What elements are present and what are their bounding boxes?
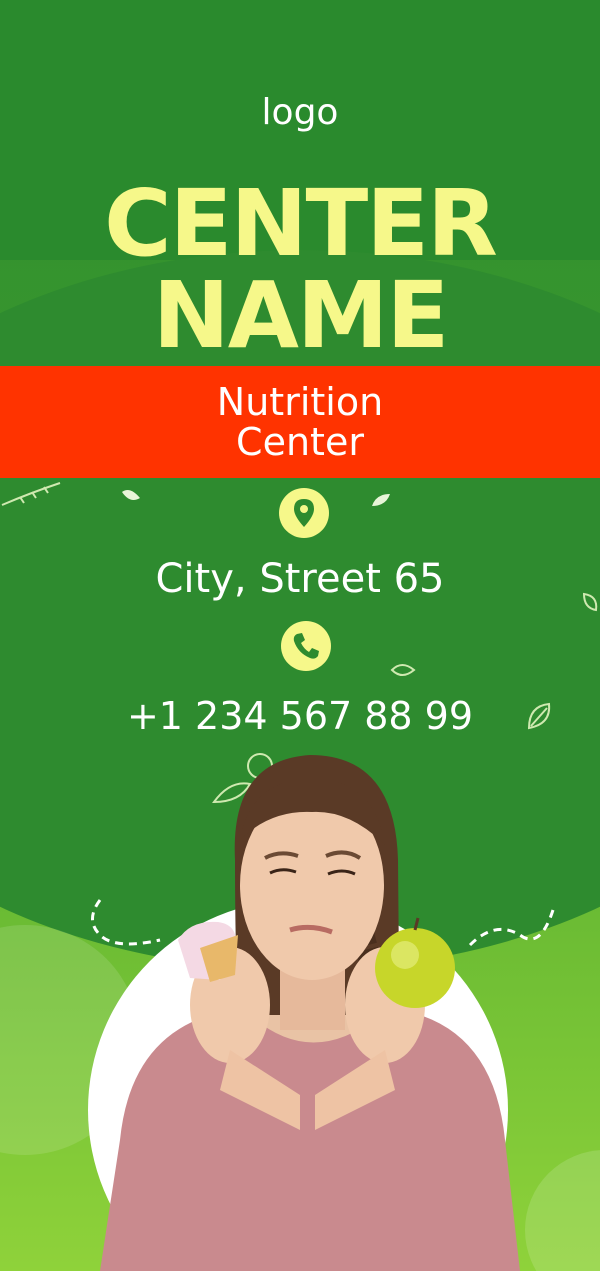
leaf-outline-icon <box>390 664 416 676</box>
leaf-icon <box>122 490 140 500</box>
ribbon-line-2: Center <box>236 420 364 464</box>
leaf-icon <box>372 494 390 506</box>
carrot-doodle-icon <box>1 482 61 506</box>
logo-text: logo <box>261 92 339 133</box>
map-pin-icon <box>279 488 329 538</box>
title-line-2: NAME <box>152 262 450 369</box>
address-text: City, Street 65 <box>155 556 445 602</box>
phone-number-text: +1 234 567 88 99 <box>126 694 474 738</box>
decorative-circle <box>525 1150 600 1271</box>
title-line-1: CENTER <box>104 170 498 277</box>
center-name-title: CENTER NAME <box>0 178 600 362</box>
ribbon-text: Nutrition Center <box>0 382 600 462</box>
ribbon-line-1: Nutrition <box>216 380 384 424</box>
phone-icon <box>281 621 331 671</box>
woman-holding-apple-and-cupcake-photo <box>100 755 520 1271</box>
poster: logo CENTER NAME Nutrition Center City, … <box>0 0 600 1271</box>
